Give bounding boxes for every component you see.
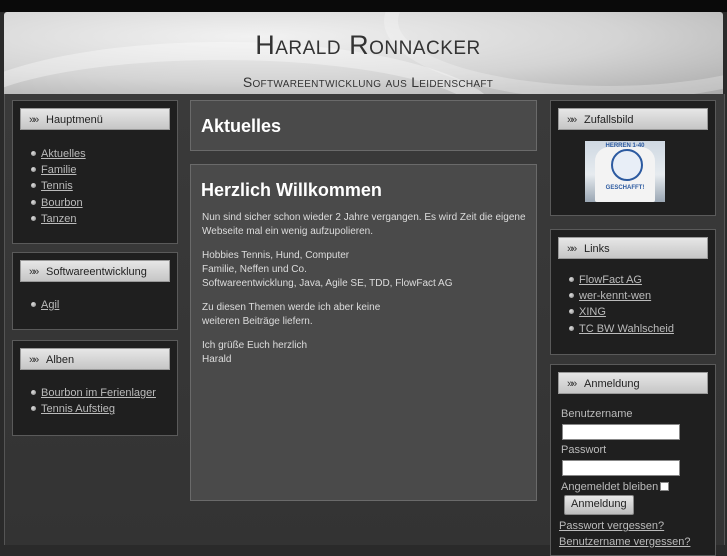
module-header: »» Hauptmenü — [20, 108, 170, 130]
module-hauptmenu: »» Hauptmenü Aktuelles Familie Tennis Bo… — [12, 100, 178, 244]
double-chevron-icon: »» — [567, 378, 577, 390]
random-photo[interactable]: HERREN 1-40 GESCHAFFT! — [585, 141, 665, 202]
menu-item-tanzen[interactable]: Tanzen — [31, 211, 86, 227]
link-item-wer-kennt-wen[interactable]: wer-kennt-wen — [569, 288, 674, 304]
module-header: »» Alben — [20, 348, 170, 370]
forgot-password-link[interactable]: Passwort vergessen? — [559, 520, 664, 532]
module-title: Zufallsbild — [584, 114, 634, 126]
module-links: »» Links FlowFact AG wer-kennt-wen XING … — [550, 229, 716, 355]
menu-item-aktuelles[interactable]: Aktuelles — [31, 146, 86, 162]
software-menu-list: Agil — [31, 297, 59, 313]
site-slogan: Softwareentwicklung aus Leidenschaft — [242, 74, 494, 90]
remember-checkbox[interactable] — [660, 482, 669, 491]
article-title: Herzlich Willkommen — [201, 180, 382, 200]
module-title: Hauptmenü — [46, 114, 103, 126]
module-header: »» Links — [558, 237, 708, 259]
password-input[interactable] — [562, 460, 680, 476]
site-title[interactable]: Harald Ronnacker — [4, 30, 723, 61]
module-header: »» Anmeldung — [558, 372, 708, 394]
section-title: Aktuelles — [201, 116, 282, 136]
article-paragraph: Ich grüße Euch herzlich Harald — [202, 340, 308, 365]
module-title: Softwareentwicklung — [46, 266, 147, 278]
username-input[interactable] — [562, 424, 680, 440]
double-chevron-icon: »» — [29, 354, 39, 366]
article-body: Nun sind sicher schon wieder 2 Jahre ver… — [202, 211, 532, 377]
link-item-tc-bw-wahlscheid[interactable]: TC BW Wahlscheid — [569, 321, 674, 337]
alben-list: Bourbon im Ferienlager Tennis Aufstieg — [31, 385, 156, 417]
photo-emblem — [611, 149, 643, 181]
album-item-tennis[interactable]: Tennis Aufstieg — [31, 401, 156, 417]
site-header: Harald Ronnacker Softwareentwicklung aus… — [4, 12, 723, 94]
article-box: Herzlich Willkommen Nun sind sicher scho… — [190, 164, 537, 501]
article-paragraph: Zu diesen Themen werde ich aber keine we… — [202, 302, 381, 327]
login-button[interactable]: Anmeldung — [564, 495, 634, 515]
top-strip — [0, 0, 727, 12]
menu-item-tennis[interactable]: Tennis — [31, 178, 86, 194]
menu-item-agil[interactable]: Agil — [31, 297, 59, 313]
forgot-username-link[interactable]: Benutzername vergessen? — [559, 536, 690, 548]
module-header: »» Softwareentwicklung — [20, 260, 170, 282]
links-list: FlowFact AG wer-kennt-wen XING TC BW Wah… — [569, 272, 674, 337]
album-item-bourbon[interactable]: Bourbon im Ferienlager — [31, 385, 156, 401]
module-title: Links — [584, 243, 610, 255]
link-item-xing[interactable]: XING — [569, 304, 674, 320]
article-paragraph: Hobbies Tennis, Hund, Computer Familie, … — [202, 250, 453, 289]
module-zufallsbild: »» Zufallsbild HERREN 1-40 GESCHAFFT! — [550, 100, 716, 216]
photo-text: GESCHAFFT! — [605, 185, 645, 191]
password-label: Passwort — [561, 444, 607, 456]
module-header: »» Zufallsbild — [558, 108, 708, 130]
main-menu-list: Aktuelles Familie Tennis Bourbon Tanzen — [31, 146, 86, 227]
photo-text: HERREN 1-40 — [605, 143, 645, 149]
page-body: »» Hauptmenü Aktuelles Familie Tennis Bo… — [4, 94, 725, 556]
double-chevron-icon: »» — [29, 114, 39, 126]
module-softwareentwicklung: »» Softwareentwicklung Agil — [12, 252, 178, 330]
username-label: Benutzername — [561, 408, 633, 420]
menu-item-bourbon[interactable]: Bourbon — [31, 195, 86, 211]
remember-label: Angemeldet bleiben — [561, 481, 659, 493]
module-title: Anmeldung — [584, 378, 640, 390]
double-chevron-icon: »» — [29, 266, 39, 278]
article-paragraph: Nun sind sicher schon wieder 2 Jahre ver… — [202, 212, 526, 237]
menu-item-familie[interactable]: Familie — [31, 162, 86, 178]
double-chevron-icon: »» — [567, 243, 577, 255]
module-alben: »» Alben Bourbon im Ferienlager Tennis A… — [12, 340, 178, 436]
section-header-box: Aktuelles — [190, 100, 537, 151]
module-anmeldung: »» Anmeldung Benutzername Passwort Angem… — [550, 364, 716, 556]
double-chevron-icon: »» — [567, 114, 577, 126]
link-item-flowfact[interactable]: FlowFact AG — [569, 272, 674, 288]
module-title: Alben — [46, 354, 75, 366]
